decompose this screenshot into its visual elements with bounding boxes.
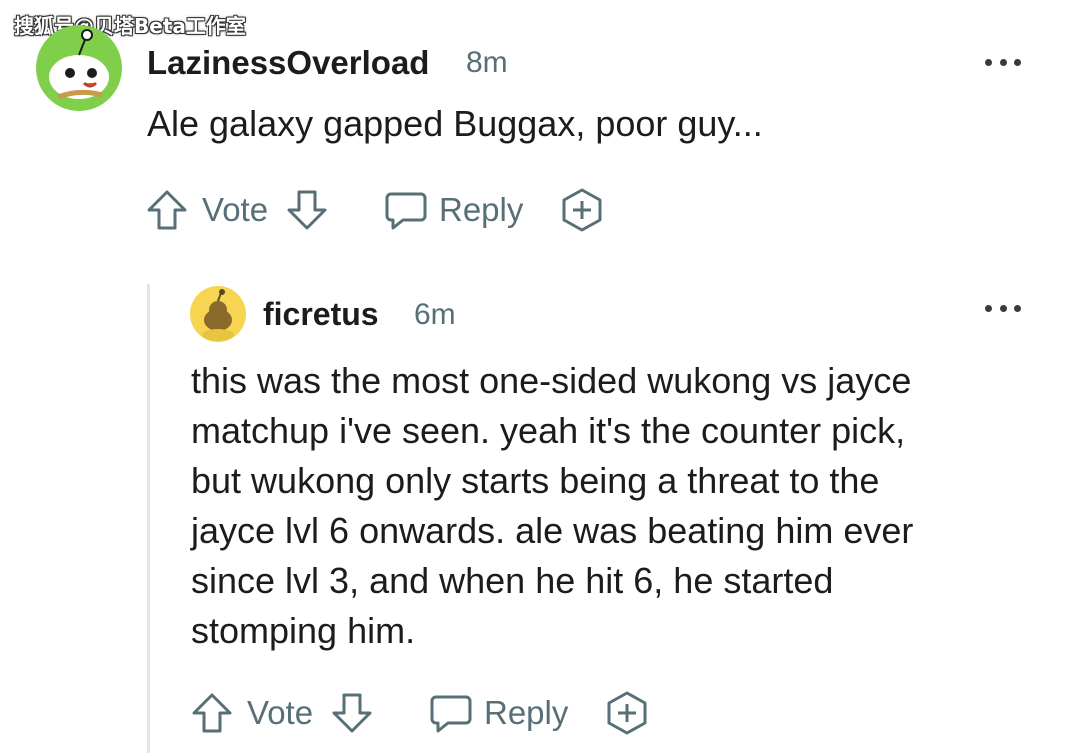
award-plus-icon <box>562 188 602 232</box>
comment-line: this was the most one-sided wukong vs ja… <box>191 360 912 401</box>
snoo-avatar-icon <box>36 25 122 111</box>
downvote-button[interactable] <box>285 185 329 235</box>
vote-count: Vote <box>247 688 313 738</box>
vote-label: Vote <box>247 694 314 731</box>
snoo-avatar-icon <box>190 286 246 342</box>
vote-count: Vote <box>202 185 268 235</box>
timestamp: 8m <box>466 46 508 79</box>
timestamp: 6m <box>414 298 456 331</box>
avatar[interactable] <box>36 25 122 111</box>
more-options-icon[interactable] <box>985 298 1021 318</box>
comment-bubble-icon <box>385 192 427 230</box>
username[interactable]: LazinessOverload <box>147 44 429 82</box>
reply-label: Reply <box>484 694 569 731</box>
username[interactable]: ficretus <box>263 296 379 333</box>
more-options-icon[interactable] <box>985 52 1021 72</box>
award-plus-icon <box>607 691 647 735</box>
arrow-up-icon <box>192 693 232 733</box>
reply-label: Reply <box>439 191 524 228</box>
comment-bubble-icon <box>430 695 472 733</box>
award-button[interactable] <box>604 688 650 738</box>
arrow-up-icon <box>147 190 187 230</box>
upvote-button[interactable] <box>145 185 189 235</box>
comment-line: jayce lvl 6 onwards. ale was beating him… <box>191 510 914 551</box>
upvote-button[interactable] <box>190 688 234 738</box>
arrow-down-icon <box>332 693 372 733</box>
reply-button[interactable]: Reply <box>383 185 523 235</box>
arrow-down-icon <box>287 190 327 230</box>
downvote-button[interactable] <box>330 688 374 738</box>
comment-line: since lvl 3, and when he hit 6, he start… <box>191 560 834 601</box>
comment-line: stomping him. <box>191 610 416 651</box>
vote-label: Vote <box>202 191 269 228</box>
comment-line: matchup i've seen. yeah it's the counter… <box>191 410 906 451</box>
thread-line[interactable] <box>147 284 150 753</box>
award-button[interactable] <box>559 185 605 235</box>
comment-line: but wukong only starts being a threat to… <box>191 460 880 501</box>
comment-body: Ale galaxy gapped Buggax, poor guy... <box>147 103 763 144</box>
avatar[interactable] <box>190 286 246 342</box>
reply-button[interactable]: Reply <box>428 688 568 738</box>
comment-body: this was the most one-sided wukong vs ja… <box>191 356 1031 656</box>
